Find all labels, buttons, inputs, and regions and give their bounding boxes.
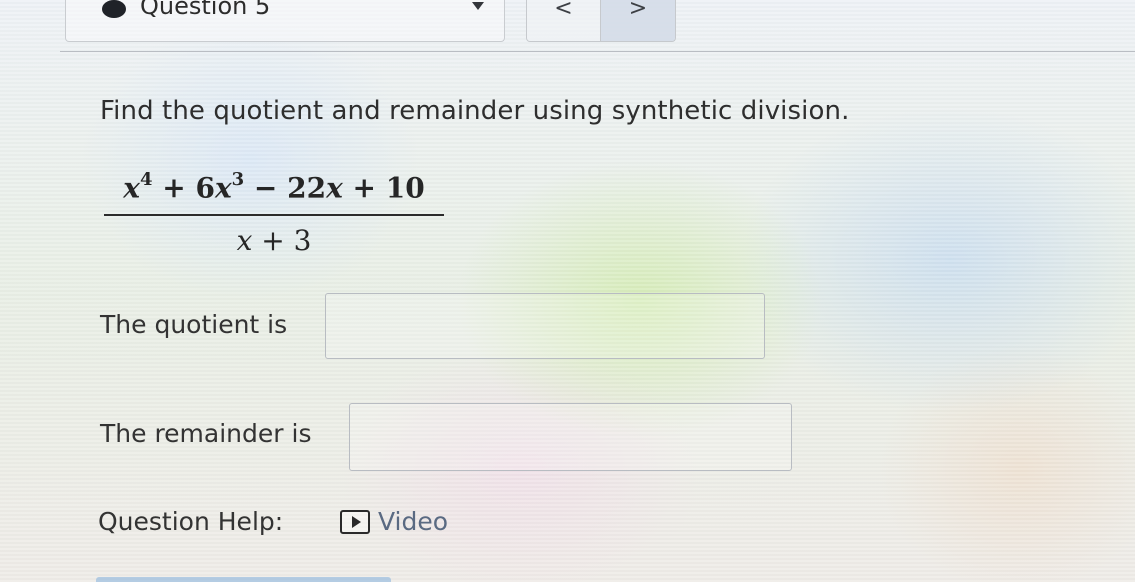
question-select[interactable]: Question 5 [65,0,505,42]
submit-area-edge [96,577,391,582]
division-expression: x4 + 6x3 − 22x + 10 x + 3 [104,162,444,256]
quotient-label: The quotient is [100,310,288,339]
play-video-icon [340,509,370,534]
previous-question-button[interactable]: < [527,0,601,41]
status-dot-icon [102,0,126,18]
problem-instruction: Find the quotient and remainder using sy… [100,96,850,126]
remainder-input[interactable] [349,403,792,471]
video-link-label: Video [378,507,449,536]
video-help-link[interactable]: Video [340,507,448,536]
quotient-input[interactable] [325,293,765,359]
fraction-bar [104,214,444,217]
header-divider [60,51,1135,52]
divisor: x + 3 [236,224,312,258]
remainder-label: The remainder is [100,419,312,448]
dividend: x4 + 6x3 − 22x + 10 [123,169,425,205]
question-nav: < > [526,0,676,42]
caret-down-icon [472,2,484,10]
question-header: Question 5 < > [0,0,1135,50]
question-help-label: Question Help: [98,507,284,536]
next-question-button[interactable]: > [601,0,675,41]
question-label: Question 5 [140,0,271,20]
